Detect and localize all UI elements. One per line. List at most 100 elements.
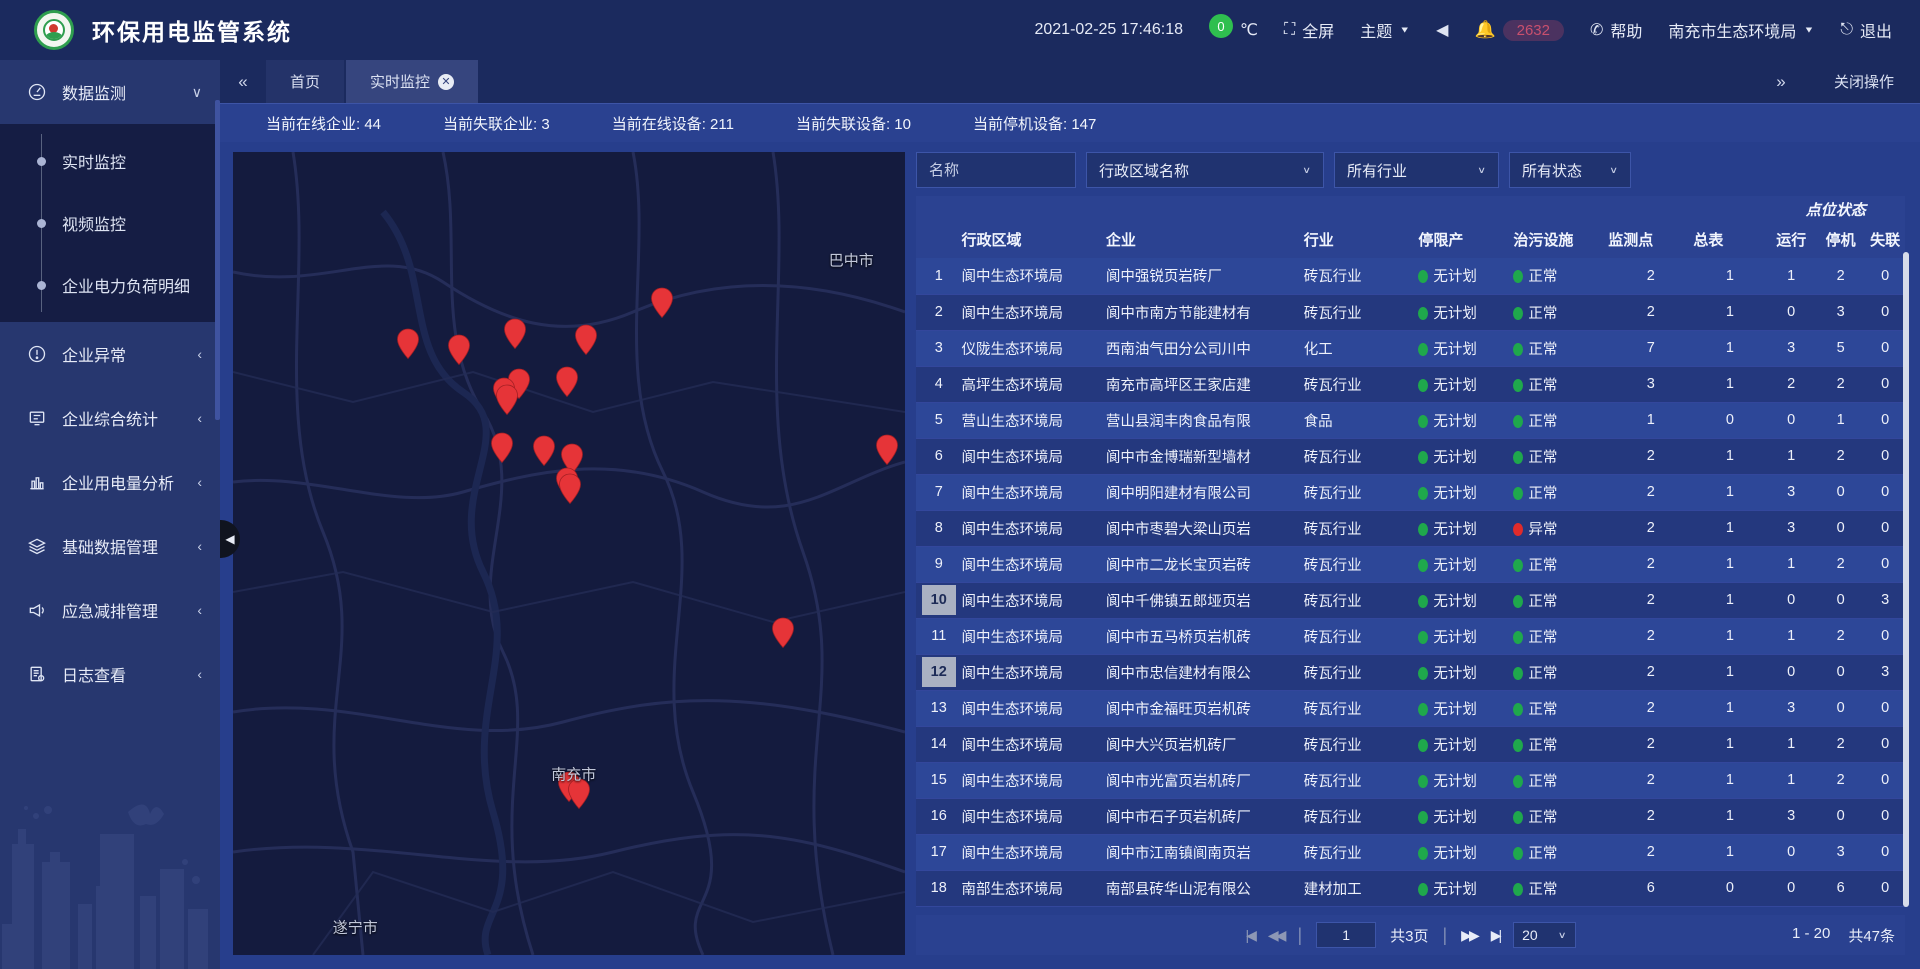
region-filter-select[interactable]: 行政区域名称 ∨ xyxy=(1086,152,1324,188)
table-row[interactable]: 6阆中生态环境局阆中市金博瑞新型墙材砖瓦行业无计划正常21120 xyxy=(916,438,1905,474)
tabs-scroll-left-button[interactable]: « xyxy=(220,60,266,103)
cell-company: 营山县润丰肉食品有限 xyxy=(1106,402,1304,438)
cell-region: 营山生态环境局 xyxy=(961,402,1105,438)
cell-production-status: 无计划 xyxy=(1418,582,1513,618)
map-pin-icon[interactable] xyxy=(503,318,527,350)
cell-running: 1 xyxy=(1767,258,1816,294)
name-filter-input[interactable] xyxy=(929,162,1063,179)
sidebar-item-3[interactable]: 企业用电量分析‹ xyxy=(0,450,220,514)
industry-filter-select[interactable]: 所有行业 ∨ xyxy=(1334,152,1499,188)
map-panel[interactable]: 巴中市南充市遂宁市 xyxy=(233,152,905,955)
logout-button[interactable]: ⎋ 退出 xyxy=(1840,18,1892,42)
table-row[interactable]: 9阆中生态环境局阆中市二龙长宝页岩砖砖瓦行业无计划正常21120 xyxy=(916,546,1905,582)
sidebar-item-0[interactable]: 数据监测∨ xyxy=(0,60,220,124)
map-pin-icon[interactable] xyxy=(490,432,514,464)
tabs-scroll-right-button[interactable]: » xyxy=(1758,72,1804,92)
table-row[interactable]: 3仪陇生态环境局西南油气田分公司川中化工无计划正常71350 xyxy=(916,330,1905,366)
table-row[interactable]: 14阆中生态环境局阆中大兴页岩机砖厂砖瓦行业无计划正常21120 xyxy=(916,726,1905,762)
notifications-button[interactable]: 🔔 2632 xyxy=(1474,20,1564,41)
table-row[interactable]: 5营山生态环境局营山县润丰肉食品有限食品无计划正常10010 xyxy=(916,402,1905,438)
next-page-button[interactable]: ▶▶ xyxy=(1461,927,1477,944)
status-dot-icon xyxy=(1418,775,1428,788)
name-filter-field[interactable] xyxy=(916,152,1076,188)
table-row[interactable]: 15阆中生态环境局阆中市光富页岩机砖厂砖瓦行业无计划正常21120 xyxy=(916,762,1905,798)
cell-industry: 砖瓦行业 xyxy=(1304,474,1419,510)
table-row[interactable]: 17阆中生态环境局阆中市江南镇阆南页岩砖瓦行业无计划正常21030 xyxy=(916,834,1905,870)
status-filter-select[interactable]: 所有状态 ∨ xyxy=(1509,152,1631,188)
table-row[interactable]: 13阆中生态环境局阆中市金福旺页岩机砖砖瓦行业无计划正常21300 xyxy=(916,690,1905,726)
map-pin-icon[interactable] xyxy=(574,324,598,356)
sidebar-item-2[interactable]: 企业综合统计‹ xyxy=(0,386,220,450)
column-subheader-0: 运行 xyxy=(1767,223,1816,258)
map-pin-icon[interactable] xyxy=(447,334,471,366)
map-pin-icon[interactable] xyxy=(558,473,582,505)
layers-icon xyxy=(26,535,48,557)
status-dot-icon xyxy=(1418,883,1428,896)
close-operations-button[interactable]: 关闭操作 xyxy=(1834,71,1894,92)
tab-close-icon[interactable]: ✕ xyxy=(438,74,454,90)
cell-index: 14 xyxy=(916,726,961,762)
temperature-display: 0 ℃ xyxy=(1209,20,1258,40)
cell-company: 阆中强锐页岩砖厂 xyxy=(1106,258,1304,294)
map-pin-icon[interactable] xyxy=(555,366,579,398)
last-page-button[interactable]: ▶| xyxy=(1491,927,1499,944)
cell-treatment-status: 正常 xyxy=(1513,438,1608,474)
tab-1[interactable]: 实时监控✕ xyxy=(346,60,478,103)
sidebar-subitem-0-1[interactable]: 视频监控 xyxy=(0,192,220,254)
page-number-input[interactable] xyxy=(1316,922,1376,948)
map-pin-icon[interactable] xyxy=(650,287,674,319)
chevron-left-icon: ◀ xyxy=(225,532,234,546)
tab-0[interactable]: 首页 xyxy=(266,60,344,103)
org-dropdown[interactable]: 南充市生态环境局 ▼ xyxy=(1668,18,1814,42)
table-row[interactable]: 7阆中生态环境局阆中明阳建材有限公司砖瓦行业无计划正常21300 xyxy=(916,474,1905,510)
cell-region: 阆中生态环境局 xyxy=(961,294,1105,330)
cell-production-status: 无计划 xyxy=(1418,402,1513,438)
sidebar-subitem-0-0[interactable]: 实时监控 xyxy=(0,130,220,192)
mute-button[interactable]: ◀ xyxy=(1436,20,1448,40)
prev-page-button[interactable]: ◀◀ xyxy=(1268,927,1284,944)
horn-icon xyxy=(26,599,48,621)
table-scrollbar[interactable] xyxy=(1903,252,1909,907)
map-pin-icon[interactable] xyxy=(771,617,795,649)
cell-stopped: 2 xyxy=(1816,366,1865,402)
status-dot-icon xyxy=(1513,307,1523,320)
map-pin-icon[interactable] xyxy=(875,434,899,466)
table-row[interactable]: 1阆中生态环境局阆中强锐页岩砖厂砖瓦行业无计划正常21120 xyxy=(916,258,1905,294)
fullscreen-button[interactable]: ⛶ 全屏 xyxy=(1284,18,1334,42)
map-pin-icon[interactable] xyxy=(495,384,519,416)
cell-industry: 砖瓦行业 xyxy=(1304,582,1419,618)
sidebar-item-4[interactable]: 基础数据管理‹ xyxy=(0,514,220,578)
cell-region: 仪陇生态环境局 xyxy=(961,330,1105,366)
status-dot-icon xyxy=(1418,739,1428,752)
table-row[interactable]: 8阆中生态环境局阆中市枣碧大梁山页岩砖瓦行业无计划异常21300 xyxy=(916,510,1905,546)
table-row[interactable]: 2阆中生态环境局阆中市南方节能建材有砖瓦行业无计划正常21030 xyxy=(916,294,1905,330)
chevron-left-icon: ‹ xyxy=(197,602,202,618)
table-row[interactable]: 10阆中生态环境局阆中千佛镇五郎垭页岩砖瓦行业无计划正常21003 xyxy=(916,582,1905,618)
cell-industry: 砖瓦行业 xyxy=(1304,366,1419,402)
status-dot-icon xyxy=(1418,343,1428,356)
map-pin-icon[interactable] xyxy=(396,328,420,360)
cell-stopped: 6 xyxy=(1816,870,1865,906)
table-row[interactable]: 16阆中生态环境局阆中市石子页岩机砖厂砖瓦行业无计划正常21300 xyxy=(916,798,1905,834)
sidebar-item-1[interactable]: 企业异常‹ xyxy=(0,322,220,386)
sidebar-item-5[interactable]: 应急减排管理‹ xyxy=(0,578,220,642)
stat-item-3: 当前失联设备: 10 xyxy=(796,113,911,134)
map-pin-icon[interactable] xyxy=(532,435,556,467)
chevron-down-icon: ▼ xyxy=(1399,25,1410,35)
cell-production-status: 无计划 xyxy=(1418,330,1513,366)
sidebar-subitem-0-2[interactable]: 企业电力负荷明细 xyxy=(0,254,220,316)
sidebar-scrollbar[interactable] xyxy=(215,100,220,420)
table-row[interactable]: 18南部生态环境局南部县砖华山泥有限公建材加工无计划正常60060 xyxy=(916,870,1905,906)
first-page-button[interactable]: |◀ xyxy=(1246,927,1254,944)
cell-total-meters: 1 xyxy=(1693,654,1766,690)
cell-index: 6 xyxy=(916,438,961,474)
sidebar-item-6[interactable]: 日志查看‹ xyxy=(0,642,220,706)
page-size-select[interactable]: 20 ∨ xyxy=(1513,922,1575,948)
table-row[interactable]: 12阆中生态环境局阆中市忠信建材有限公砖瓦行业无计划正常21003 xyxy=(916,654,1905,690)
help-button[interactable]: ✆ 帮助 xyxy=(1590,18,1642,42)
theme-dropdown[interactable]: 主题 ▼ xyxy=(1360,18,1410,42)
cell-company: 阆中千佛镇五郎垭页岩 xyxy=(1106,582,1304,618)
table-row[interactable]: 11阆中生态环境局阆中市五马桥页岩机砖砖瓦行业无计划正常21120 xyxy=(916,618,1905,654)
table-row[interactable]: 4高坪生态环境局南充市高坪区王家店建砖瓦行业无计划正常31220 xyxy=(916,366,1905,402)
cell-production-status: 无计划 xyxy=(1418,654,1513,690)
